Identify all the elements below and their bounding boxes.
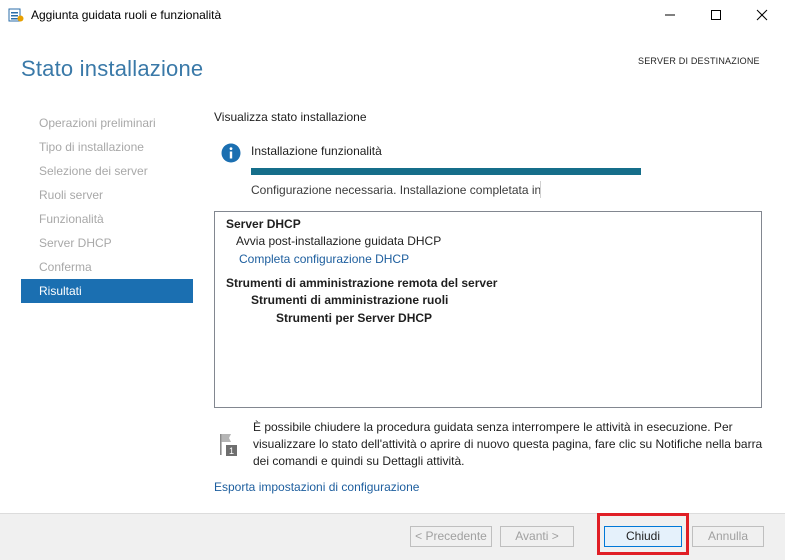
install-progress-bar (251, 168, 641, 175)
next-button[interactable]: Avanti > (500, 526, 574, 547)
install-status-text: Configurazione necessaria. Installazione… (251, 183, 542, 197)
export-config-link[interactable]: Esporta impostazioni di configurazione (214, 480, 419, 494)
install-progress-fill (251, 168, 641, 175)
notification-flag-icon: 1 (218, 433, 240, 457)
info-note: È possibile chiudere la procedura guidat… (253, 419, 778, 470)
minimize-icon (665, 14, 675, 16)
install-status-heading: Installazione funzionalità (251, 144, 382, 158)
sidebar-item-tipo-installazione[interactable]: Tipo di installazione (21, 135, 193, 159)
destination-server-value (648, 68, 758, 82)
complete-dhcp-config-link[interactable]: Completa configurazione DHCP (239, 252, 409, 266)
cancel-button[interactable]: Annulla (692, 526, 764, 547)
sidebar-item-selezione-server[interactable]: Selezione dei server (21, 159, 193, 183)
sidebar-item-operazioni-preliminari[interactable]: Operazioni preliminari (21, 111, 193, 135)
info-note-line-1: È possibile chiudere la procedura guidat… (253, 420, 733, 434)
close-window-button[interactable] (739, 0, 785, 30)
info-icon (221, 143, 241, 163)
maximize-button[interactable] (693, 0, 739, 30)
info-note-line-3: dei comandi e quindi su Dettagli attivit… (253, 454, 465, 468)
result-dhcp-header: Server DHCP (226, 217, 301, 231)
redacted-server-name (540, 181, 661, 198)
section-title: Visualizza stato installazione (214, 110, 367, 124)
window-title: Aggiunta guidata ruoli e funzionalità (31, 8, 222, 22)
minimize-button[interactable] (647, 0, 693, 30)
sidebar-item-server-dhcp[interactable]: Server DHCP (21, 231, 193, 255)
sidebar-item-conferma[interactable]: Conferma (21, 255, 193, 279)
svg-text:1: 1 (229, 446, 234, 456)
title-bar: Aggiunta guidata ruoli e funzionalità (0, 0, 785, 30)
destination-server-label: SERVER DI DESTINAZIONE (638, 56, 760, 66)
close-icon (756, 9, 768, 21)
results-panel[interactable]: Server DHCP Avvia post-installazione gui… (214, 211, 762, 408)
result-rsat-header: Strumenti di amministrazione remota del … (226, 276, 498, 290)
result-dhcp-subtitle: Avvia post-installazione guidata DHCP (236, 234, 442, 248)
info-note-line-2: visualizzare lo stato dell'attività o ap… (253, 437, 763, 451)
result-rsat-dhcp: Strumenti per Server DHCP (276, 311, 433, 325)
sidebar-item-risultati[interactable]: Risultati (21, 279, 193, 303)
result-rsat-roles: Strumenti di amministrazione ruoli (251, 293, 449, 307)
server-manager-app-icon (8, 7, 24, 23)
previous-button[interactable]: < Precedente (410, 526, 492, 547)
maximize-icon (711, 10, 721, 20)
page-title: Stato installazione (21, 56, 204, 81)
sidebar-item-ruoli-server[interactable]: Ruoli server (21, 183, 193, 207)
sidebar-item-funzionalita[interactable]: Funzionalità (21, 207, 193, 231)
wizard-steps-sidebar: Operazioni preliminari Tipo di installaz… (21, 111, 193, 303)
close-button-highlight (597, 513, 689, 555)
